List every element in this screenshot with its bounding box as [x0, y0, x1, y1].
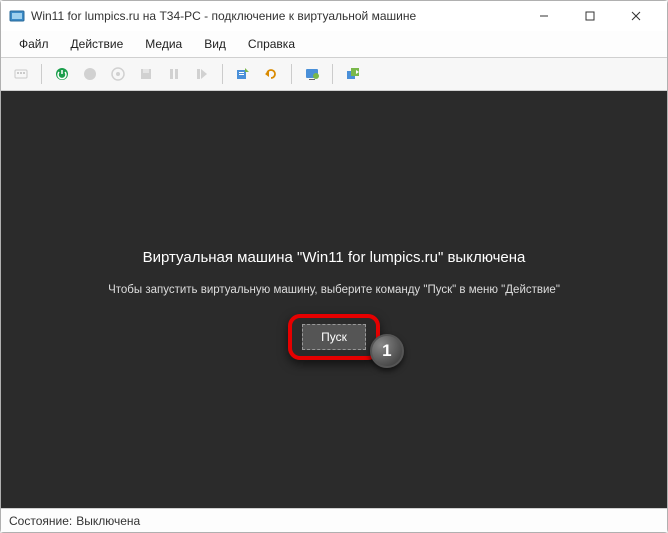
minimize-button[interactable]: [521, 1, 567, 31]
maximize-button[interactable]: [567, 1, 613, 31]
vm-viewport: Виртуальная машина "Win11 for lumpics.ru…: [1, 91, 667, 508]
toolbar-separator: [291, 64, 292, 84]
share-button[interactable]: [341, 62, 365, 86]
statusbar: Состояние: Выключена: [1, 508, 667, 532]
menu-media[interactable]: Медиа: [135, 33, 192, 55]
shutdown-button: [106, 62, 130, 86]
revert-button[interactable]: [259, 62, 283, 86]
menu-action[interactable]: Действие: [61, 33, 134, 55]
toolbar-separator: [41, 64, 42, 84]
vm-status-heading: Виртуальная машина "Win11 for lumpics.ru…: [143, 249, 526, 266]
status-value: Выключена: [76, 514, 140, 528]
menu-help[interactable]: Справка: [238, 33, 305, 55]
start-button-wrapper: Пуск 1: [302, 324, 366, 350]
pause-button: [162, 62, 186, 86]
toolbar: [1, 58, 667, 91]
menu-file[interactable]: Файл: [9, 33, 59, 55]
checkpoint-button[interactable]: [231, 62, 255, 86]
app-icon: [9, 8, 25, 24]
turnoff-button: [78, 62, 102, 86]
titlebar: Win11 for lumpics.ru на T34-PC - подключ…: [1, 1, 667, 31]
close-button[interactable]: [613, 1, 659, 31]
annotation-callout: 1: [370, 334, 404, 368]
toolbar-separator: [332, 64, 333, 84]
window-controls: [521, 1, 659, 31]
save-button: [134, 62, 158, 86]
start-vm-center-button[interactable]: Пуск: [302, 324, 366, 350]
window-title: Win11 for lumpics.ru на T34-PC - подключ…: [31, 9, 521, 23]
start-vm-button[interactable]: [50, 62, 74, 86]
menubar: Файл Действие Медиа Вид Справка: [1, 31, 667, 58]
reset-button: [190, 62, 214, 86]
enhanced-session-button[interactable]: [300, 62, 324, 86]
app-window: Win11 for lumpics.ru на T34-PC - подключ…: [0, 0, 668, 533]
toolbar-separator: [222, 64, 223, 84]
status-label: Состояние:: [9, 514, 72, 528]
menu-view[interactable]: Вид: [194, 33, 236, 55]
vm-status-hint: Чтобы запустить виртуальную машину, выбе…: [108, 284, 560, 296]
ctrl-alt-del-button: [9, 62, 33, 86]
